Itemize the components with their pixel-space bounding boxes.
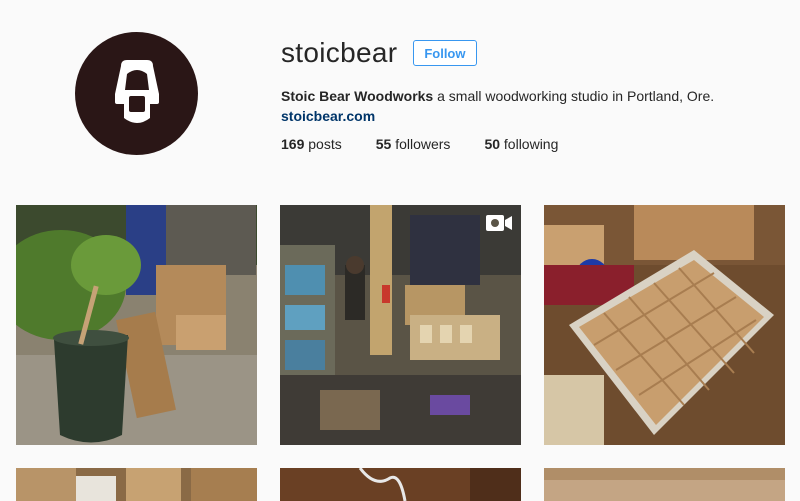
- post-image: [16, 205, 257, 445]
- following-count: 50: [484, 136, 501, 152]
- followers-stat[interactable]: 55 followers: [376, 136, 451, 152]
- profile-avatar: [75, 32, 198, 155]
- followers-label: followers: [395, 136, 451, 152]
- following-stat[interactable]: 50 following: [484, 136, 558, 152]
- posts-label: posts: [308, 136, 342, 152]
- post-image: [544, 468, 785, 501]
- post-thumbnail[interactable]: [16, 205, 257, 445]
- follow-button[interactable]: Follow: [413, 40, 477, 66]
- profile-bio: Stoic Bear Woodworks a small woodworking…: [281, 86, 781, 126]
- post-thumbnail[interactable]: [280, 205, 521, 445]
- post-thumbnail[interactable]: [280, 468, 521, 501]
- post-image: [544, 205, 785, 445]
- post-image: [280, 468, 521, 501]
- post-thumbnail[interactable]: [16, 468, 257, 501]
- post-image: [280, 205, 521, 445]
- post-image: [16, 468, 257, 501]
- posts-stat: 169 posts: [281, 136, 342, 152]
- followers-count: 55: [375, 136, 392, 152]
- following-label: following: [503, 136, 559, 152]
- profile-stats: 169 posts 55 followers 50 following: [281, 136, 592, 152]
- bear-logo-icon: [114, 59, 159, 123]
- username: stoicbear: [281, 37, 398, 68]
- post-thumbnail[interactable]: [544, 205, 785, 445]
- post-thumbnail[interactable]: [544, 468, 785, 501]
- bio-text: a small woodworking studio in Portland, …: [433, 88, 715, 104]
- website-link[interactable]: stoicbear.com: [281, 106, 781, 126]
- profile-header: stoicbear Follow: [281, 36, 781, 70]
- posts-count: 169: [281, 136, 305, 152]
- full-name: Stoic Bear Woodworks: [281, 88, 434, 104]
